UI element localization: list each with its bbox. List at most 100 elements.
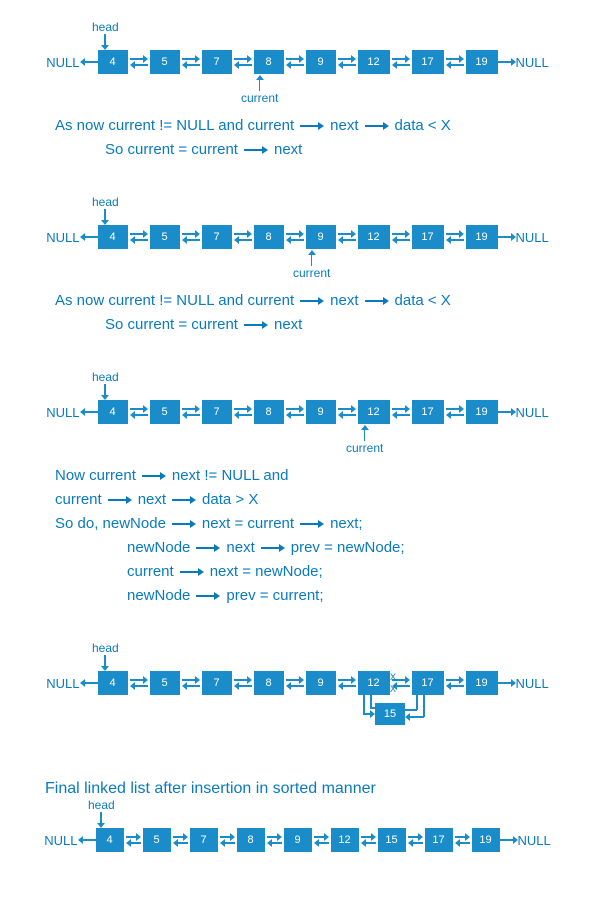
arrow-up-icon <box>361 425 369 441</box>
node: 5 <box>150 225 180 249</box>
node: 5 <box>150 671 180 695</box>
arrow-double-icon <box>444 677 466 689</box>
node: 5 <box>143 828 171 852</box>
arrow-double-icon <box>406 834 425 846</box>
node: 8 <box>254 671 284 695</box>
node: 9 <box>306 671 336 695</box>
node: 19 <box>466 225 498 249</box>
arrow-right-icon <box>498 58 516 66</box>
arrow-up-icon <box>308 250 316 266</box>
node: 4 <box>96 828 124 852</box>
node: 12 <box>358 671 390 695</box>
arrow-left-icon <box>78 836 96 844</box>
arrow-double-icon <box>180 56 202 68</box>
arrow-double-icon <box>390 406 412 418</box>
node: 5 <box>150 50 180 74</box>
inline-arrow-icon <box>196 591 220 601</box>
node: 8 <box>254 225 284 249</box>
head-label: head <box>92 20 119 34</box>
inline-arrow-icon <box>108 495 132 505</box>
node: 7 <box>202 225 232 249</box>
arrow-down-icon <box>101 34 109 50</box>
null-right: NULL <box>516 55 549 70</box>
explanation-text-2: As now current != NULL and currentnextda… <box>10 281 585 345</box>
arrow-double-icon <box>336 406 358 418</box>
arrow-down-icon <box>101 209 109 225</box>
arrow-down-icon <box>101 384 109 400</box>
node: 17 <box>425 828 453 852</box>
explanation-text-3: Now currentnext != NULL and currentnextd… <box>10 456 585 616</box>
node: 9 <box>306 50 336 74</box>
node: 12 <box>358 400 390 424</box>
null-left: NULL <box>46 230 79 245</box>
inline-arrow-icon <box>244 145 268 155</box>
node: 15 <box>378 828 406 852</box>
inline-arrow-icon <box>244 320 268 330</box>
inline-arrow-icon <box>261 543 285 553</box>
inline-arrow-icon <box>180 567 204 577</box>
arrow-right-icon <box>500 836 518 844</box>
arrow-double-icon <box>232 677 254 689</box>
node: 7 <box>202 400 232 424</box>
inline-arrow-icon <box>172 519 196 529</box>
inline-arrow-icon <box>300 296 324 306</box>
arrow-left-icon <box>80 233 98 241</box>
node: 4 <box>98 400 128 424</box>
arrow-double-icon <box>312 834 331 846</box>
node: 12 <box>331 828 359 852</box>
arrow-double-icon <box>180 677 202 689</box>
linked-list-step3: head NULL 4 5 7 8 9 12 17 19 NULL cur <box>10 370 585 456</box>
node: 17 <box>412 50 444 74</box>
null-right: NULL <box>516 405 549 420</box>
arrow-double-icon <box>390 56 412 68</box>
head-label: head <box>88 798 115 812</box>
inline-arrow-icon <box>142 471 166 481</box>
broken-link-x: X <box>390 684 396 694</box>
head-label: head <box>92 195 119 209</box>
current-label: current <box>346 441 383 455</box>
null-left: NULL <box>44 833 77 848</box>
node: 5 <box>150 400 180 424</box>
arrow-double-icon <box>359 834 378 846</box>
arrow-left-icon <box>80 58 98 66</box>
arrow-double-icon <box>444 406 466 418</box>
arrow-double-icon <box>284 406 306 418</box>
arrow-double-icon <box>336 677 358 689</box>
inline-arrow-icon <box>196 543 220 553</box>
node: 7 <box>202 50 232 74</box>
node: 9 <box>306 225 336 249</box>
arrow-double-icon <box>284 677 306 689</box>
arrow-double-icon <box>124 834 143 846</box>
node: 17 <box>412 671 444 695</box>
node: 9 <box>284 828 312 852</box>
linked-list-insertion: head NULL 4 5 7 8 9 12 17 19 NULL X X <box>10 641 585 745</box>
arrow-double-icon <box>284 56 306 68</box>
node: 9 <box>306 400 336 424</box>
inline-arrow-icon <box>365 121 389 131</box>
explanation-text-1: As now current != NULL and currentnextda… <box>10 106 585 170</box>
arrow-double-icon <box>128 231 150 243</box>
null-left: NULL <box>46 676 79 691</box>
arrow-down-icon <box>97 812 105 828</box>
final-title: Final linked list after insertion in sor… <box>10 770 585 798</box>
node: 19 <box>466 671 498 695</box>
linked-list-final: head NULL 4 5 7 8 9 12 15 17 19 NULL <box>10 798 585 862</box>
linked-list-step1: head NULL 4 5 7 8 9 12 17 19 NULL cur <box>10 20 585 106</box>
head-label: head <box>92 641 119 655</box>
null-left: NULL <box>46 405 79 420</box>
arrow-double-icon <box>336 231 358 243</box>
node: 17 <box>412 400 444 424</box>
node: 7 <box>202 671 232 695</box>
arrow-double-icon <box>232 406 254 418</box>
arrow-double-icon <box>128 677 150 689</box>
arrow-double-icon <box>180 231 202 243</box>
node: 7 <box>190 828 218 852</box>
node: 12 <box>358 50 390 74</box>
current-label: current <box>241 91 278 105</box>
inline-arrow-icon <box>300 121 324 131</box>
node: 19 <box>466 50 498 74</box>
node: 4 <box>98 671 128 695</box>
node: 12 <box>358 225 390 249</box>
arrow-up-icon <box>256 75 264 91</box>
node: 8 <box>237 828 265 852</box>
